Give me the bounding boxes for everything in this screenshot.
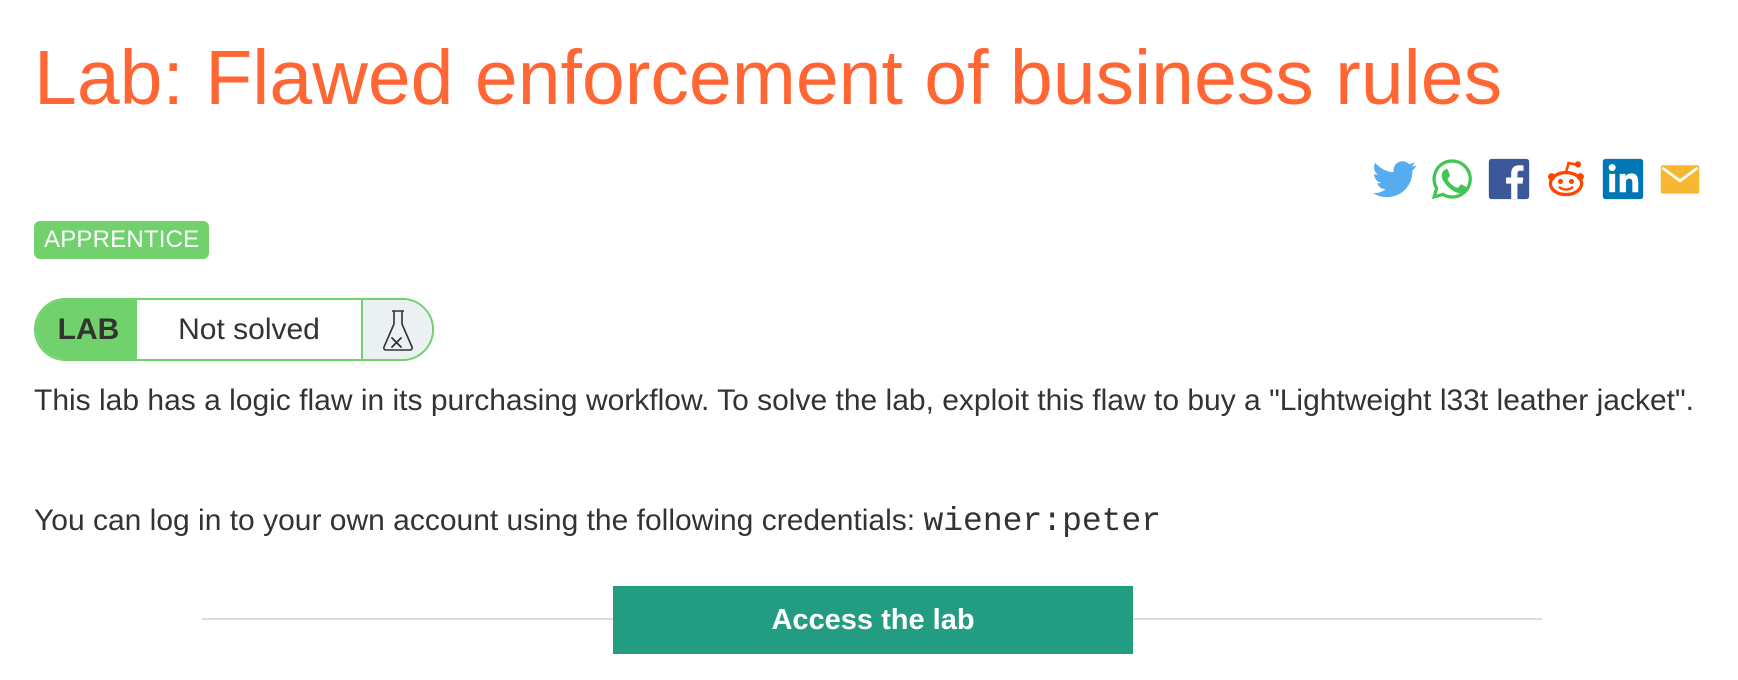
share-whatsapp-link[interactable] bbox=[1430, 157, 1474, 201]
credentials-line: You can log in to your own account using… bbox=[34, 497, 1161, 546]
share-linkedin-link[interactable] bbox=[1601, 157, 1645, 201]
lab-description: This lab has a logic flaw in its purchas… bbox=[34, 384, 1694, 417]
share-bar bbox=[1373, 157, 1702, 201]
share-reddit-link[interactable] bbox=[1544, 157, 1588, 201]
share-facebook-link[interactable] bbox=[1487, 157, 1531, 201]
credentials-value: wiener:peter bbox=[923, 503, 1162, 540]
flask-not-solved-icon bbox=[382, 309, 413, 351]
whatsapp-icon bbox=[1431, 159, 1472, 200]
lab-status-icon-box bbox=[363, 300, 432, 359]
credentials-prefix: You can log in to your own account using… bbox=[34, 504, 924, 537]
lab-status-widget: LAB Not solved bbox=[34, 298, 434, 361]
share-twitter-link[interactable] bbox=[1373, 157, 1417, 201]
reddit-icon bbox=[1548, 161, 1584, 197]
lab-tag: LAB bbox=[36, 300, 137, 359]
share-email-link[interactable] bbox=[1658, 157, 1702, 201]
twitter-icon bbox=[1373, 161, 1417, 198]
email-icon bbox=[1660, 165, 1700, 194]
level-badge: APPRENTICE bbox=[34, 221, 210, 259]
page-title: Lab: Flawed enforcement of business rule… bbox=[34, 35, 1503, 121]
linkedin-icon bbox=[1602, 158, 1644, 200]
access-lab-button[interactable]: Access the lab bbox=[613, 586, 1133, 654]
lab-status-text: Not solved bbox=[137, 300, 363, 359]
facebook-icon bbox=[1488, 158, 1530, 200]
